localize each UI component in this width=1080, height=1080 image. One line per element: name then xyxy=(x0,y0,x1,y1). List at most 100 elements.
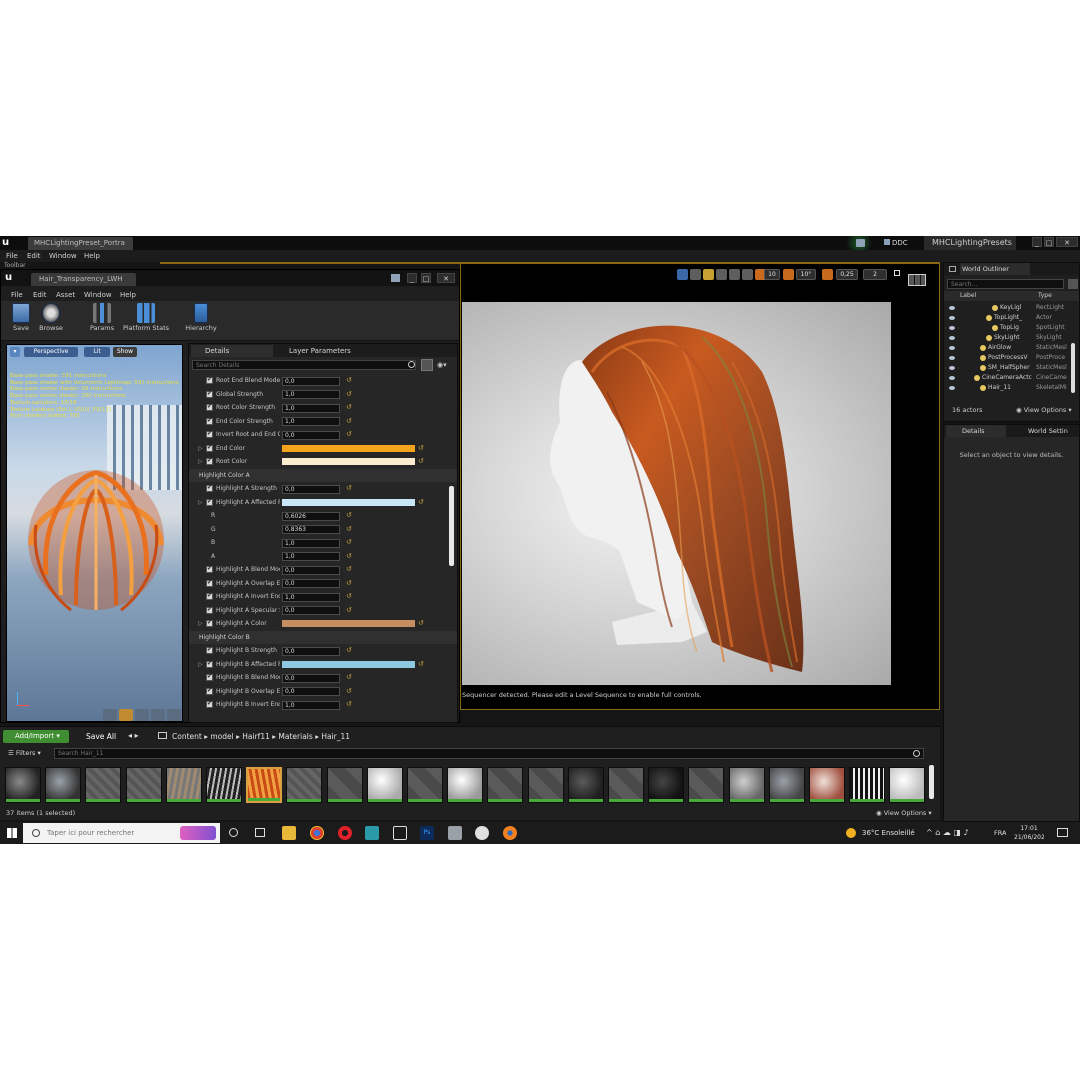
package-icon[interactable] xyxy=(393,826,407,840)
outliner-row[interactable]: Hair_11 SkeletalMi xyxy=(944,383,1079,393)
custom-mesh-icon[interactable] xyxy=(167,709,181,721)
col-type[interactable]: Type xyxy=(1038,291,1052,301)
transform-icon[interactable] xyxy=(677,269,688,280)
asset-thumbnail[interactable] xyxy=(85,767,122,803)
asset-thumbnail[interactable] xyxy=(165,767,202,803)
tab-world-settings[interactable]: World Settin xyxy=(1014,425,1078,437)
close-button[interactable]: ✕ xyxy=(1056,237,1078,247)
reset-icon[interactable]: ↺ xyxy=(346,511,352,519)
reset-icon[interactable]: ↺ xyxy=(346,579,352,587)
override-checkbox[interactable] xyxy=(206,376,213,384)
tray-icons[interactable]: ^ ⌂ ☁ ◨ ♪ xyxy=(926,822,969,844)
asset-thumbnail[interactable] xyxy=(527,767,564,803)
clock[interactable]: 17:01 21/06/2022 xyxy=(1014,824,1044,842)
outliner-row[interactable]: TopLig SpotLight xyxy=(944,323,1079,333)
asset-thumbnail[interactable] xyxy=(728,767,765,803)
visibility-eye-icon[interactable] xyxy=(949,306,955,310)
value-field[interactable]: 1,0 xyxy=(282,403,340,413)
material-editor-window[interactable]: u Hair_Transparency_LWH _ □ ✕ File Edit … xyxy=(0,269,460,723)
material-preview-viewport[interactable]: ▾ Perspective Lit Show Base pass shader:… xyxy=(6,344,183,722)
asset-thumbnail[interactable] xyxy=(366,767,403,803)
override-checkbox[interactable] xyxy=(206,457,213,465)
asset-thumbnail[interactable] xyxy=(487,767,524,803)
reset-icon[interactable]: ↺ xyxy=(346,376,352,384)
section-header[interactable]: Highlight Color A xyxy=(189,468,457,482)
scale-icon[interactable] xyxy=(716,269,727,280)
mat-minimize-button[interactable]: _ xyxy=(407,273,417,283)
scale-snap-icon[interactable] xyxy=(822,269,833,280)
reset-icon[interactable]: ↺ xyxy=(346,538,352,546)
reset-icon[interactable]: ↺ xyxy=(418,444,424,452)
value-field[interactable]: 0,6026 xyxy=(282,511,340,521)
reset-icon[interactable]: ↺ xyxy=(346,417,352,425)
asset-thumbnail[interactable] xyxy=(246,767,283,803)
scale-snap-button[interactable]: 0,25 xyxy=(836,269,858,280)
reset-icon[interactable]: ↺ xyxy=(418,457,424,465)
asset-thumbnail[interactable] xyxy=(608,767,644,803)
override-checkbox[interactable] xyxy=(206,619,213,627)
visibility-eye-icon[interactable] xyxy=(949,316,955,320)
details-search-input[interactable] xyxy=(192,360,416,370)
app-icon[interactable] xyxy=(448,826,462,840)
asset-thumbnail[interactable] xyxy=(206,767,242,803)
outliner-search-input[interactable] xyxy=(947,279,1064,289)
hierarchy-button[interactable]: Hierarchy xyxy=(184,303,218,332)
reset-icon[interactable]: ↺ xyxy=(346,430,352,438)
value-field[interactable]: 0,8363 xyxy=(282,525,340,534)
expand-arrow-icon[interactable]: ▷ xyxy=(198,499,203,506)
value-field[interactable]: 0,0 xyxy=(282,646,340,656)
minimize-button[interactable]: _ xyxy=(1032,237,1042,247)
value-field[interactable]: 1,0 xyxy=(282,390,340,399)
outliner-row[interactable]: TopLight_ Actor xyxy=(944,313,1079,323)
visibility-eye-icon[interactable] xyxy=(949,366,955,370)
lit-button[interactable]: Lit xyxy=(84,347,110,357)
photoshop-icon[interactable]: Ps xyxy=(420,826,434,840)
asset-thumbnail[interactable] xyxy=(45,767,82,803)
outliner-settings-icon[interactable] xyxy=(1068,279,1078,289)
preview-options-dropdown[interactable]: ▾ xyxy=(10,347,20,357)
content-view-options[interactable]: ◉ View Options ▾ xyxy=(876,809,932,817)
value-field[interactable]: 0,0 xyxy=(282,673,340,683)
asset-thumbnail[interactable] xyxy=(648,767,685,803)
maximize-viewport-icon[interactable] xyxy=(894,270,900,276)
visibility-eye-icon[interactable] xyxy=(949,386,955,390)
reset-icon[interactable]: ↺ xyxy=(418,498,424,506)
reset-icon[interactable]: ↺ xyxy=(346,525,352,533)
eye-icon[interactable]: ◉▾ xyxy=(437,361,449,369)
mat-menu-edit[interactable]: Edit xyxy=(33,289,47,301)
outliner-row[interactable]: AirGlow StaticMesl xyxy=(944,343,1079,353)
viewport-render[interactable] xyxy=(462,302,891,685)
asset-thumbnail[interactable] xyxy=(5,767,41,803)
params-button[interactable]: Params xyxy=(87,303,117,332)
visibility-eye-icon[interactable] xyxy=(949,356,955,360)
menu-file[interactable]: File xyxy=(6,250,18,262)
rotate-icon[interactable] xyxy=(703,269,714,280)
ddc-label[interactable]: DDC xyxy=(884,236,908,250)
outliner-scrollbar[interactable] xyxy=(1071,343,1075,393)
grid-view-icon[interactable] xyxy=(421,359,433,371)
translate-icon[interactable] xyxy=(690,269,701,280)
menu-window[interactable]: Window xyxy=(49,250,77,262)
unreal-logo-icon[interactable]: u xyxy=(2,237,14,249)
color-swatch[interactable] xyxy=(282,498,415,506)
blender-icon[interactable] xyxy=(503,826,517,840)
color-swatch[interactable] xyxy=(282,458,415,465)
world-local-icon[interactable] xyxy=(729,269,740,280)
visibility-eye-icon[interactable] xyxy=(949,346,955,350)
notifications-icon[interactable] xyxy=(1057,828,1068,837)
override-checkbox[interactable] xyxy=(206,430,213,438)
override-checkbox[interactable] xyxy=(206,390,213,398)
section-header[interactable]: Highlight Color B xyxy=(189,630,457,644)
override-checkbox[interactable] xyxy=(206,484,213,492)
expand-arrow-icon[interactable]: ▷ xyxy=(198,620,203,627)
level-viewport[interactable]: 10 10° 0,25 2 Sequencer detected. Please… xyxy=(460,263,940,710)
value-field[interactable]: 1,0 xyxy=(282,552,340,561)
content-scrollbar[interactable] xyxy=(929,765,934,799)
material-tab[interactable]: Hair_Transparency_LWH xyxy=(31,273,136,286)
override-checkbox[interactable] xyxy=(206,498,213,506)
weather-text[interactable]: 36°C Ensoleillé xyxy=(862,822,915,844)
override-checkbox[interactable] xyxy=(206,565,213,573)
value-field[interactable]: 1,0 xyxy=(282,417,340,426)
surface-snap-icon[interactable] xyxy=(742,269,753,280)
value-field[interactable]: 0,0 xyxy=(282,430,340,440)
